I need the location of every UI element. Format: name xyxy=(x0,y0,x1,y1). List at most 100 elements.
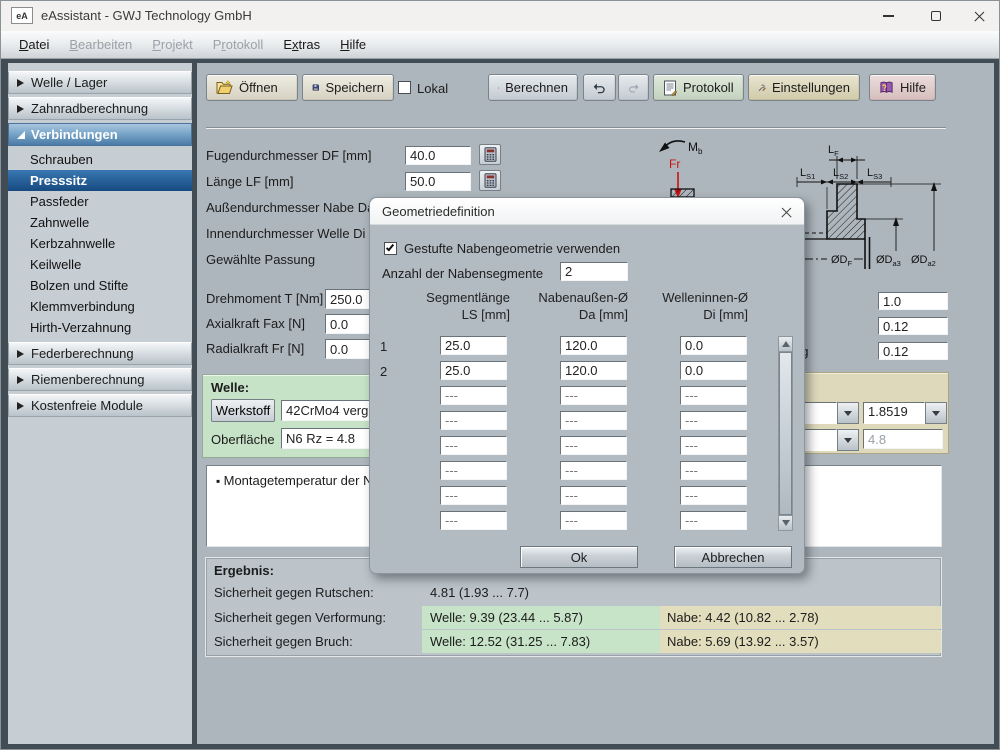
segment-di-input[interactable] xyxy=(680,386,747,405)
fugendurchmesser-calc-button[interactable] xyxy=(479,144,501,165)
nabe-ratio-combo[interactable]: 1.8519 xyxy=(863,402,947,424)
segment-ls-input[interactable] xyxy=(440,436,507,455)
segment-di-input[interactable] xyxy=(680,486,747,505)
scroll-up-button[interactable] xyxy=(779,337,792,352)
sidebar-section-federberechnung[interactable]: Federberechnung xyxy=(8,342,192,365)
segment-di-input[interactable] xyxy=(680,461,747,480)
calculate-button[interactable]: Berechnen xyxy=(488,74,578,101)
scrollbar-thumb[interactable] xyxy=(779,352,792,515)
segment-da-input[interactable] xyxy=(560,511,627,530)
sidebar-item-bolzen-und-stifte[interactable]: Bolzen und Stifte xyxy=(8,275,192,296)
segment-di-input[interactable] xyxy=(680,511,747,530)
slip-label: Sicherheit gegen Rutschen: xyxy=(214,585,374,600)
menu-projekt[interactable]: Projekt xyxy=(142,31,202,58)
minimize-button[interactable] xyxy=(865,1,911,31)
sidebar-item-zahnwelle[interactable]: Zahnwelle xyxy=(8,212,192,233)
protocol-button[interactable]: Protokoll xyxy=(653,74,744,101)
col1-header-line2: LS [mm] xyxy=(408,307,510,322)
coefficient-input-1[interactable] xyxy=(878,292,948,310)
segment-di-input[interactable] xyxy=(680,436,747,455)
maximize-button[interactable] xyxy=(913,1,959,31)
segment-da-input[interactable] xyxy=(560,386,627,405)
mini-calculator-icon xyxy=(484,147,497,162)
menu-hilfe[interactable]: Hilfe xyxy=(330,31,376,58)
coefficient-input-3[interactable] xyxy=(878,342,948,360)
laenge-input[interactable] xyxy=(405,172,471,191)
segment-ls-input[interactable] xyxy=(440,461,507,480)
segment-di-input[interactable] xyxy=(680,411,747,430)
sidebar-item-presssitz[interactable]: Presssitz xyxy=(8,170,192,191)
collapsed-arrow-icon xyxy=(17,105,24,113)
scroll-down-button[interactable] xyxy=(779,515,792,530)
sidebar-section-kostenfreie-module[interactable]: Kostenfreie Module xyxy=(8,394,192,417)
cancel-button[interactable]: Abbrechen xyxy=(674,546,792,568)
dropdown-arrow-icon[interactable] xyxy=(837,429,859,451)
mini-calculator-icon xyxy=(484,173,497,188)
sidebar-section-welle-lager[interactable]: Welle / Lager xyxy=(8,71,192,94)
segment-di-input[interactable] xyxy=(680,361,747,380)
dropdown-arrow-icon[interactable] xyxy=(837,402,859,424)
help-button[interactable]: Hilfe xyxy=(869,74,936,101)
segment-da-input[interactable] xyxy=(560,486,627,505)
close-icon xyxy=(780,206,793,219)
segment-da-input[interactable] xyxy=(560,436,627,455)
segment-da-input[interactable] xyxy=(560,336,627,355)
segment-da-input[interactable] xyxy=(560,361,627,380)
menu-datei[interactable]: Datei xyxy=(9,31,59,58)
sidebar-item-keilwelle[interactable]: Keilwelle xyxy=(8,254,192,275)
collapsed-arrow-icon xyxy=(17,79,24,87)
segment-ls-input[interactable] xyxy=(440,386,507,405)
segment-da-input[interactable] xyxy=(560,411,627,430)
werkstoff-button[interactable]: Werkstoff xyxy=(211,399,275,422)
sidebar-section-riemenberechnung[interactable]: Riemenberechnung xyxy=(8,368,192,391)
dropdown-arrow-icon[interactable] xyxy=(925,402,947,424)
help-book-icon xyxy=(879,80,894,95)
sidebar-section-verbindungen[interactable]: Verbindungen xyxy=(8,123,192,146)
sidebar-item-klemmverbindung[interactable]: Klemmverbindung xyxy=(8,296,192,317)
settings-button[interactable]: Einstellungen xyxy=(748,74,860,101)
oberflaeche-label: Oberfläche xyxy=(211,432,275,447)
sidebar-section-zahnradberechnung[interactable]: Zahnradberechnung xyxy=(8,97,192,120)
sidebar-item-hirth-verzahnung[interactable]: Hirth-Verzahnung xyxy=(8,317,192,338)
drehmoment-label: Drehmoment T [Nm] xyxy=(206,291,323,306)
dialog-scrollbar[interactable] xyxy=(778,336,793,531)
undo-button[interactable] xyxy=(583,74,616,101)
lf-label: LF xyxy=(828,144,839,158)
segment-ls-input[interactable] xyxy=(440,411,507,430)
close-button[interactable] xyxy=(956,1,1000,31)
segments-input[interactable] xyxy=(560,262,628,281)
sidebar-item-passfeder[interactable]: Passfeder xyxy=(8,191,192,212)
sidebar-item-schrauben[interactable]: Schrauben xyxy=(8,149,192,170)
fugendurchmesser-input[interactable] xyxy=(405,146,471,165)
ok-button[interactable]: Ok xyxy=(520,546,638,568)
gestufte-nabengeometrie-checkbox[interactable] xyxy=(384,242,397,255)
local-checkbox[interactable] xyxy=(398,81,411,94)
dialog-close-button[interactable] xyxy=(776,203,796,221)
save-button[interactable]: Speichern xyxy=(302,74,394,101)
col3-header-line1: Welleninnen-Ø xyxy=(646,290,748,305)
close-icon xyxy=(973,10,986,23)
laenge-calc-button[interactable] xyxy=(479,170,501,191)
redo-icon xyxy=(628,81,639,95)
undo-icon xyxy=(593,81,606,95)
segment-ls-input[interactable] xyxy=(440,511,507,530)
collapsed-arrow-icon xyxy=(17,350,24,358)
open-button[interactable]: Öffnen xyxy=(206,74,298,101)
segment-da-input[interactable] xyxy=(560,461,627,480)
segment-ls-input[interactable] xyxy=(440,486,507,505)
menu-bearbeiten[interactable]: Bearbeiten xyxy=(59,31,142,58)
coefficient-input-2[interactable] xyxy=(878,317,948,335)
sidebar-item-kerbzahnwelle[interactable]: Kerbzahnwelle xyxy=(8,233,192,254)
menu-extras[interactable]: Extras xyxy=(273,31,330,58)
df-label: ØDF xyxy=(831,254,853,268)
mb-label: Mb xyxy=(688,140,703,156)
segment-di-input[interactable] xyxy=(680,336,747,355)
nabe-surface-field[interactable] xyxy=(863,429,943,449)
scroll-up-icon xyxy=(782,341,790,347)
local-checkbox-label: Lokal xyxy=(417,81,448,96)
segment-ls-input[interactable] xyxy=(440,336,507,355)
menu-protokoll[interactable]: Protokoll xyxy=(203,31,274,58)
note-item: ▪ Montagetemperatur der Nabe xyxy=(216,473,394,488)
segment-ls-input[interactable] xyxy=(440,361,507,380)
redo-button[interactable] xyxy=(618,74,649,101)
